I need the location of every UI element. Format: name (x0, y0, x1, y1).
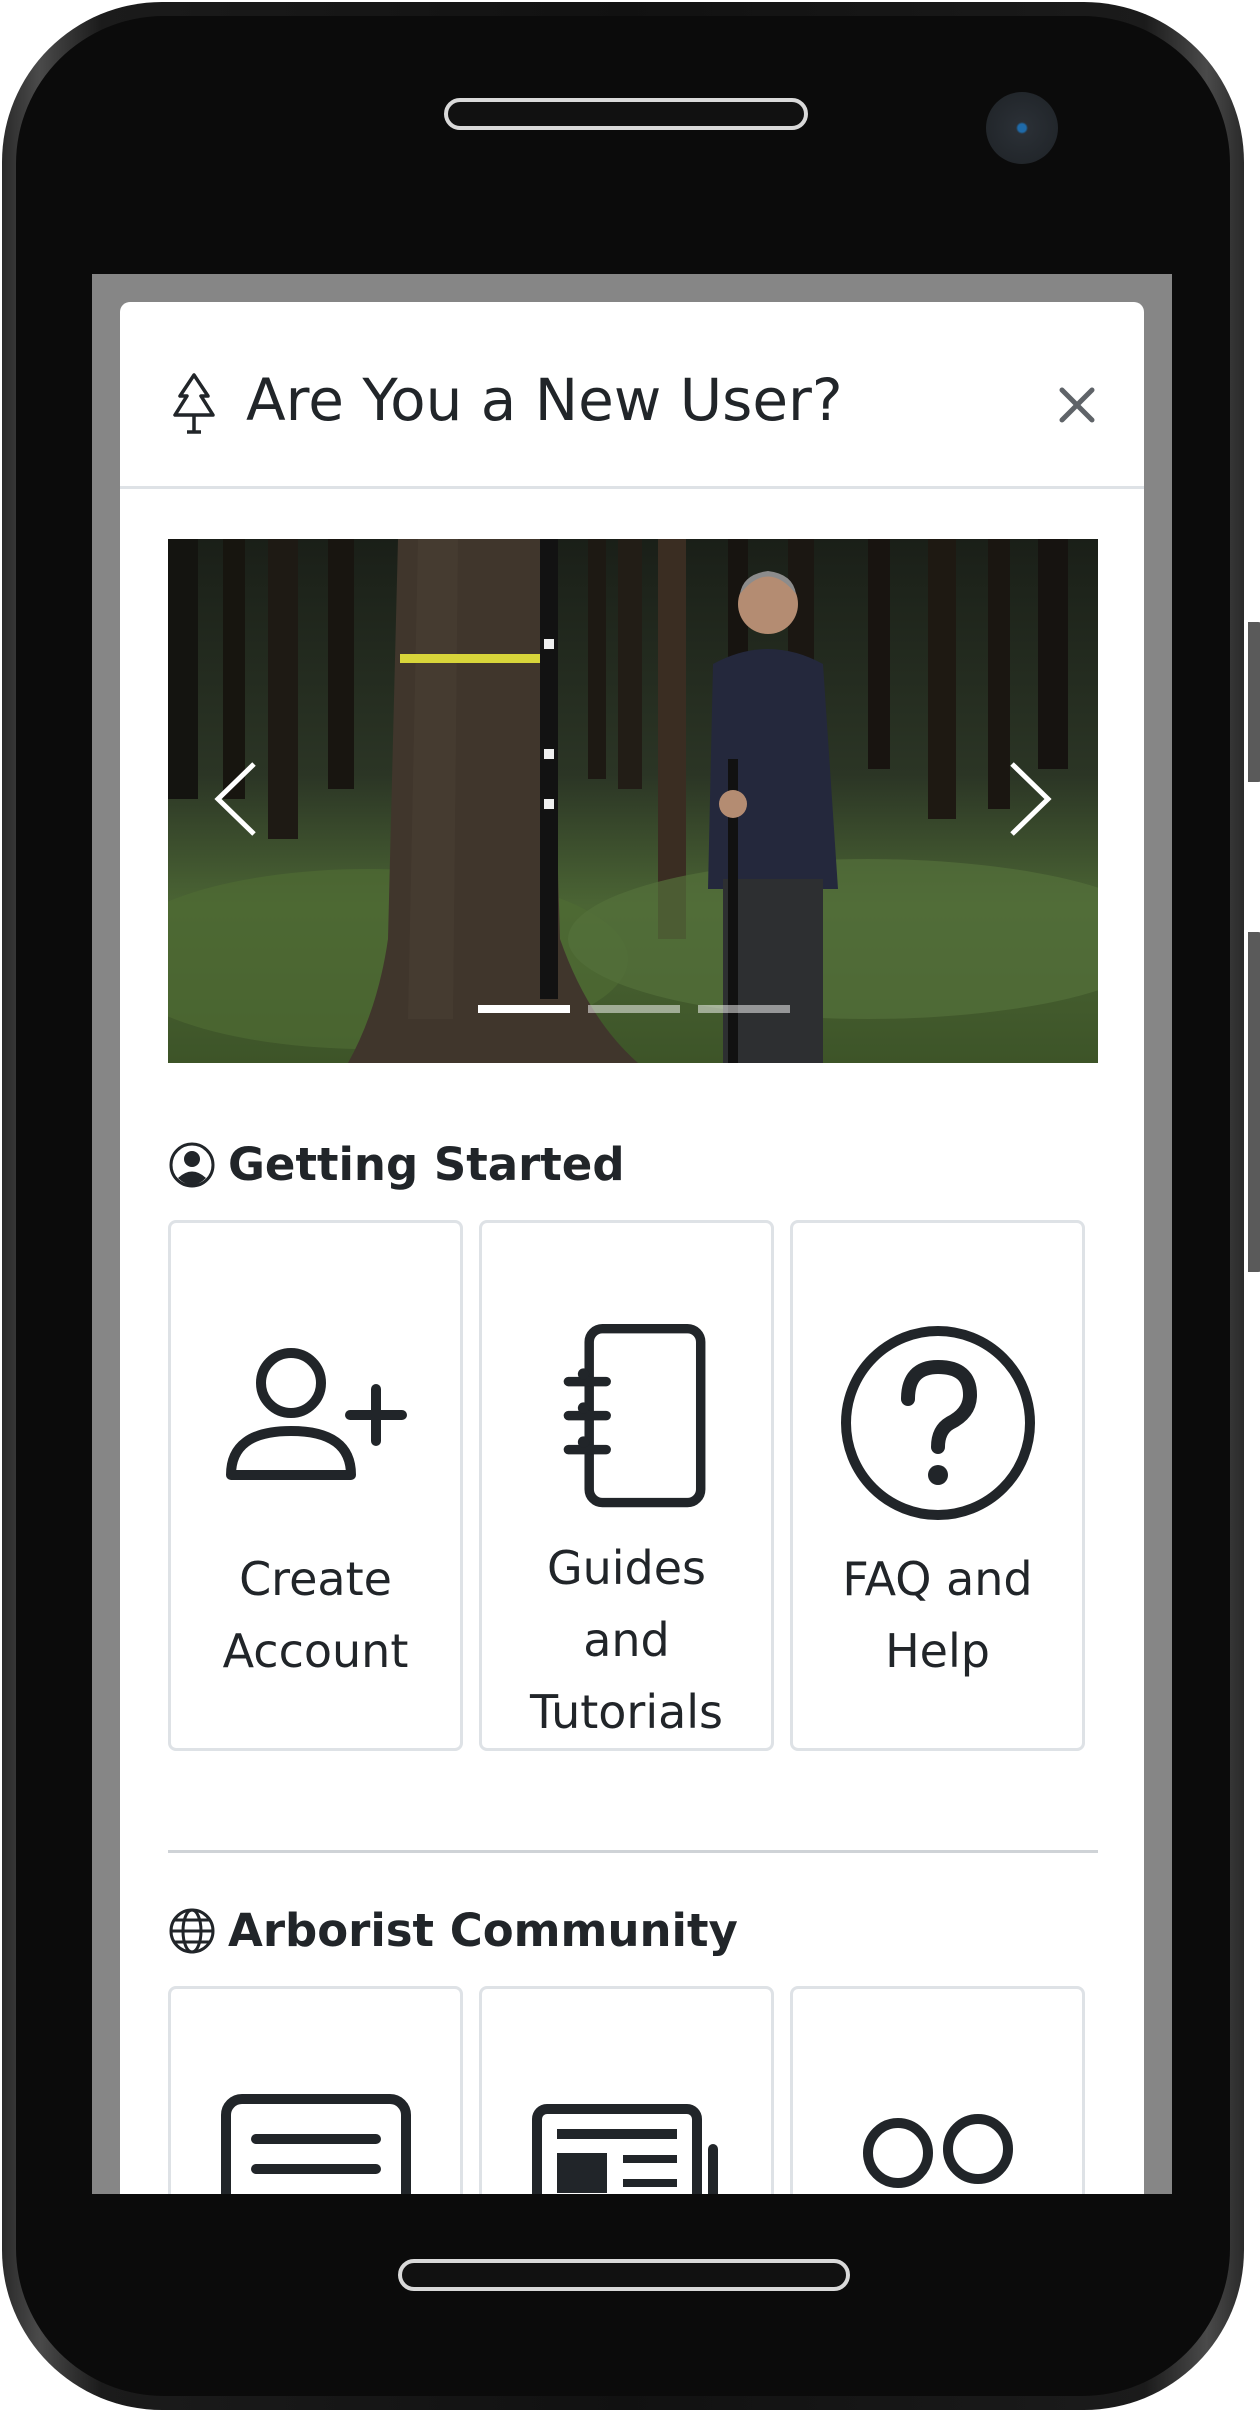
community-articles-tile[interactable] (168, 1986, 463, 2194)
front-camera (986, 92, 1058, 164)
earpiece-speaker (444, 98, 808, 130)
volume-button (1248, 622, 1260, 782)
getting-started-title: Getting Started (228, 1138, 625, 1191)
guides-tutorials-tile[interactable]: Guides and Tutorials (479, 1220, 774, 1751)
community-title: Arborist Community (228, 1904, 738, 1957)
carousel-indicators (478, 1005, 790, 1013)
bottom-speaker (398, 2259, 850, 2291)
carousel-indicator[interactable] (698, 1005, 790, 1013)
community-tiles (168, 1986, 1085, 2194)
newspaper-icon (531, 2104, 718, 2194)
people-icon (862, 2114, 1013, 2188)
question-circle-icon (840, 1326, 1035, 1520)
journal-icon (563, 1323, 705, 1508)
guides-tutorials-label: Guides and Tutorials (529, 1541, 724, 1739)
power-button (1248, 932, 1260, 1272)
modal-title: Are You a New User? (246, 366, 843, 434)
getting-started-tiles: Create Account Guides and Tutorials FAQ … (168, 1220, 1085, 1751)
carousel-indicator[interactable] (588, 1005, 680, 1013)
document-text-icon (220, 2094, 411, 2194)
close-icon (1059, 387, 1095, 423)
new-user-modal: Are You a New User? Getting Started Crea… (120, 302, 1144, 2194)
person-add-icon (225, 1348, 407, 1480)
globe-icon (169, 1908, 215, 1953)
faq-help-tile[interactable]: FAQ and Help (790, 1220, 1085, 1751)
phone-frame: Are You a New User? Getting Started Crea… (2, 2, 1260, 2410)
user-circle-icon (169, 1142, 215, 1187)
carousel-prev-button[interactable] (198, 744, 278, 854)
create-account-tile[interactable]: Create Account (168, 1220, 463, 1751)
chevron-right-icon (1010, 762, 1052, 836)
phone-screen: Are You a New User? Getting Started Crea… (92, 274, 1172, 2194)
tree-icon (173, 373, 215, 434)
carousel-indicator[interactable] (478, 1005, 570, 1013)
community-heading: Arborist Community (168, 1904, 738, 1957)
close-button[interactable] (1052, 380, 1102, 430)
chevron-left-icon (214, 762, 256, 836)
section-divider (168, 1850, 1098, 1853)
community-people-tile[interactable] (790, 1986, 1085, 2194)
create-account-label: Create Account (222, 1552, 409, 1678)
community-news-tile[interactable] (479, 1986, 774, 2194)
carousel-next-button[interactable] (988, 744, 1068, 854)
faq-help-label: FAQ and Help (842, 1552, 1033, 1678)
modal-header: Are You a New User? (120, 302, 1144, 489)
image-carousel[interactable] (168, 539, 1098, 1063)
forest-photo (168, 539, 1098, 1063)
getting-started-heading: Getting Started (168, 1138, 625, 1191)
